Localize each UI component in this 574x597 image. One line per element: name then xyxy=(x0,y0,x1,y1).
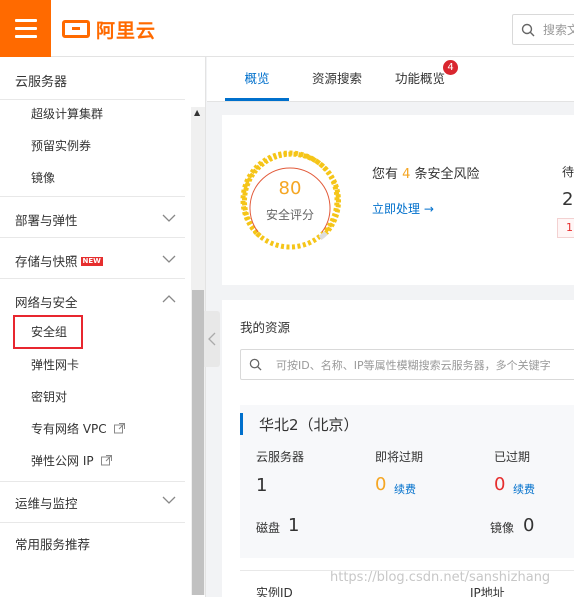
chevron-up-icon[interactable] xyxy=(162,294,176,304)
pending-tag[interactable]: 1 xyxy=(557,218,574,238)
region-name[interactable]: 华北2（北京） xyxy=(259,414,359,435)
renew-link[interactable]: 续费 xyxy=(513,481,535,497)
fix-now-link[interactable]: 立即处理 → xyxy=(372,200,434,217)
aliyun-logo[interactable]: 阿里云 xyxy=(62,16,156,42)
sidebar-scrollbar-thumb[interactable] xyxy=(192,290,204,595)
resource-search-placeholder: 可按ID、名称、IP等属性模糊搜索云服务器，多个关键字 xyxy=(276,358,551,372)
gauge-ring-icon xyxy=(240,150,341,250)
my-resources-card: 我的资源 可按ID、名称、IP等属性模糊搜索云服务器，多个关键字 华北2（北京）… xyxy=(222,300,574,597)
hamburger-menu-button[interactable] xyxy=(0,0,51,57)
logo-text: 阿里云 xyxy=(96,19,157,42)
scroll-up-arrow-icon[interactable]: ▲ xyxy=(194,108,200,117)
sidebar-group-recommend[interactable]: 常用服务推荐 xyxy=(15,534,90,553)
expired-label: 已过期 xyxy=(494,450,531,464)
aliyun-logo-icon xyxy=(62,20,90,38)
external-link-icon xyxy=(114,423,126,434)
sidebar-item-reserved-instance[interactable]: 预留实例券 xyxy=(31,137,91,154)
tab-overview[interactable]: 概览 xyxy=(225,57,289,102)
pending-count[interactable]: 2 xyxy=(562,189,573,210)
chevron-down-icon[interactable] xyxy=(162,495,176,505)
main-tabs: 概览 资源搜索 功能概览 xyxy=(207,57,574,102)
sidebar-group-ops[interactable]: 运维与监控 xyxy=(15,493,78,512)
sidebar-group-storage-label: 存储与快照 xyxy=(15,254,78,269)
divider xyxy=(0,237,185,238)
menu-line-icon xyxy=(14,19,37,22)
sidebar-item-eip[interactable]: 弹性公网 IP xyxy=(31,452,113,469)
search-icon xyxy=(521,23,535,36)
chevron-down-icon[interactable] xyxy=(162,213,176,223)
pending-label: 待 xyxy=(562,165,574,179)
sidebar-item-eip-label: 弹性公网 IP xyxy=(31,454,94,468)
sidebar-item-vpc-label: 专有网络 VPC xyxy=(31,422,107,436)
expiring-count[interactable]: 0 xyxy=(375,474,386,495)
top-navbar: 阿里云 搜索文 xyxy=(0,0,574,57)
risk-prefix: 您有 xyxy=(372,167,403,182)
divider xyxy=(0,99,185,100)
sidebar-item-eni[interactable]: 弹性网卡 xyxy=(31,356,79,373)
resources-title: 我的资源 xyxy=(240,320,291,335)
sidebar-item-images[interactable]: 镜像 xyxy=(31,169,55,186)
expired-count[interactable]: 0 xyxy=(494,474,505,495)
ecs-count[interactable]: 1 xyxy=(256,475,267,496)
divider xyxy=(0,481,185,482)
tab-resource-search[interactable]: 资源搜索 xyxy=(297,57,377,102)
sidebar-group-storage[interactable]: 存储与快照 NEW xyxy=(15,251,103,270)
image-count[interactable]: 0 xyxy=(523,515,534,536)
sidebar-item-super-computing[interactable]: 超级计算集群 xyxy=(31,105,103,122)
active-tab-indicator xyxy=(225,98,289,101)
region-accent-bar xyxy=(240,413,243,435)
security-score-card: 80 安全评分 您有 4 条安全风险 立即处理 → 待 2 1 xyxy=(222,115,574,285)
divider xyxy=(0,196,185,197)
chevron-left-icon xyxy=(208,332,216,346)
search-placeholder: 搜索文 xyxy=(543,23,574,37)
sidebar-collapse-button[interactable] xyxy=(204,311,220,367)
sidebar-title: 云服务器 xyxy=(15,75,68,90)
external-link-icon xyxy=(101,455,113,466)
new-badge: NEW xyxy=(80,257,103,266)
security-score-gauge: 80 安全评分 xyxy=(238,148,342,252)
notification-badge: 4 xyxy=(443,60,458,75)
renew-link[interactable]: 续费 xyxy=(394,481,416,497)
risk-suffix: 条安全风险 xyxy=(410,167,480,182)
chevron-down-icon[interactable] xyxy=(162,254,176,264)
global-search-input[interactable]: 搜索文 xyxy=(512,14,574,45)
disk-label: 磁盘 xyxy=(256,521,281,535)
sidebar-item-vpc[interactable]: 专有网络 VPC xyxy=(31,420,126,437)
menu-line-icon xyxy=(14,35,37,38)
divider xyxy=(0,278,185,279)
menu-line-icon xyxy=(14,27,37,30)
divider xyxy=(0,522,185,523)
security-score-value: 80 xyxy=(278,178,302,199)
region-panel: 华北2（北京） 云服务器 1 即将过期 0 续费 已过期 0 续费 磁盘 1 镜… xyxy=(240,405,574,558)
expiring-label: 即将过期 xyxy=(375,450,424,464)
sidebar-group-network[interactable]: 网络与安全 xyxy=(15,292,78,311)
watermark-text: https://blog.csdn.net/sanshizhang xyxy=(330,570,551,585)
search-icon xyxy=(249,358,262,371)
active-item-highlight xyxy=(13,315,83,349)
sidebar-group-deploy[interactable]: 部署与弹性 xyxy=(15,210,78,229)
column-header-instance-id[interactable]: 实例ID xyxy=(256,584,293,597)
resource-search-input[interactable]: 可按ID、名称、IP等属性模糊搜索云服务器，多个关键字 xyxy=(240,349,574,380)
security-score-label: 安全评分 xyxy=(265,208,314,222)
risk-summary: 您有 4 条安全风险 xyxy=(372,163,480,182)
column-header-ip[interactable]: IP地址 xyxy=(470,584,505,597)
disk-count[interactable]: 1 xyxy=(288,515,299,536)
image-label: 镜像 xyxy=(490,521,515,535)
sidebar-item-keypair[interactable]: 密钥对 xyxy=(31,388,67,405)
ecs-label: 云服务器 xyxy=(256,450,305,464)
